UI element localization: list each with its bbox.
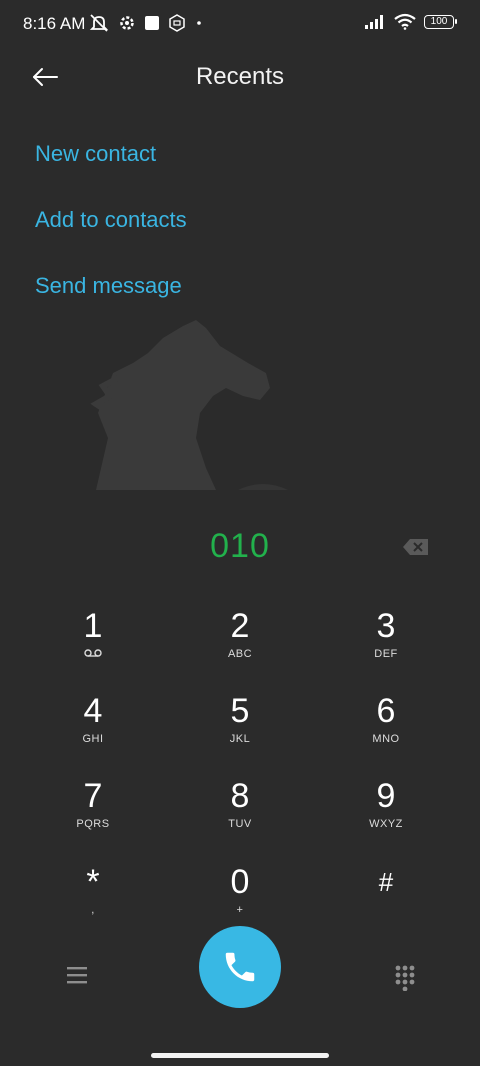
home-indicator[interactable] (151, 1053, 329, 1058)
key-digit: 6 (376, 692, 396, 730)
page-title: Recents (195, 63, 285, 90)
menu-icon (67, 967, 87, 984)
key-4[interactable]: 4 GHI (33, 693, 153, 763)
status-left-icons (88, 13, 204, 33)
key-2[interactable]: 2 ABC (180, 608, 300, 678)
voicemail-icon (84, 649, 102, 657)
phone-icon (225, 952, 255, 982)
key-9[interactable]: 9 WXYZ (326, 778, 446, 848)
key-letters: + (236, 904, 244, 916)
key-letters: WXYZ (369, 818, 403, 830)
key-letters: GHI (82, 733, 104, 745)
status-time: 8:16 AM (23, 14, 86, 33)
mute-icon (89, 14, 109, 32)
key-letters: TUV (228, 818, 252, 830)
send-message-link[interactable]: Send message (35, 273, 182, 299)
key-hash[interactable]: # (326, 864, 446, 934)
key-digit: 2 (230, 607, 250, 645)
dialpad-icon (395, 965, 415, 992)
horse-watermark-icon (90, 320, 288, 490)
key-0[interactable]: 0 + (180, 864, 300, 934)
key-letters: MNO (372, 733, 400, 745)
key-letters: PQRS (76, 818, 110, 830)
settings-icon (120, 16, 134, 30)
wifi-icon (394, 13, 416, 30)
backspace-button[interactable] (402, 537, 430, 557)
key-digit: 7 (83, 777, 103, 815)
key-letters: DEF (374, 648, 398, 660)
key-star[interactable]: * , (33, 864, 153, 934)
key-6[interactable]: 6 MNO (326, 693, 446, 763)
key-letters (33, 648, 153, 661)
key-5[interactable]: 5 JKL (180, 693, 300, 763)
square-icon (145, 16, 159, 30)
key-digit: 0 (230, 863, 250, 901)
key-letters: JKL (229, 733, 251, 745)
key-3[interactable]: 3 DEF (326, 608, 446, 678)
app-icon (169, 14, 185, 32)
status-right-icons: 100 (364, 13, 457, 30)
key-digit: 3 (376, 607, 396, 645)
backspace-icon (403, 539, 428, 555)
key-digit: 1 (83, 607, 103, 645)
new-contact-link[interactable]: New contact (35, 141, 156, 167)
dot-icon (197, 21, 201, 25)
key-1[interactable]: 1 (33, 608, 153, 678)
key-digit: 4 (83, 692, 103, 730)
key-digit: 5 (230, 692, 250, 730)
key-digit: # (378, 867, 394, 897)
key-8[interactable]: 8 TUV (180, 778, 300, 848)
key-digit: * (86, 863, 100, 901)
keypad-toggle-button[interactable] (391, 963, 419, 992)
signal-icon (365, 14, 383, 29)
add-to-contacts-link[interactable]: Add to contacts (35, 207, 187, 233)
key-digit: 9 (376, 777, 396, 815)
key-7[interactable]: 7 PQRS (33, 778, 153, 848)
key-letters: , (91, 904, 95, 916)
menu-button[interactable] (64, 963, 90, 987)
key-letters: ABC (227, 648, 253, 660)
battery-icon: 100 (424, 14, 457, 29)
status-bar: 8:16 AM 100 (0, 0, 480, 48)
call-button[interactable] (199, 926, 281, 1008)
key-digit: 8 (230, 777, 250, 815)
